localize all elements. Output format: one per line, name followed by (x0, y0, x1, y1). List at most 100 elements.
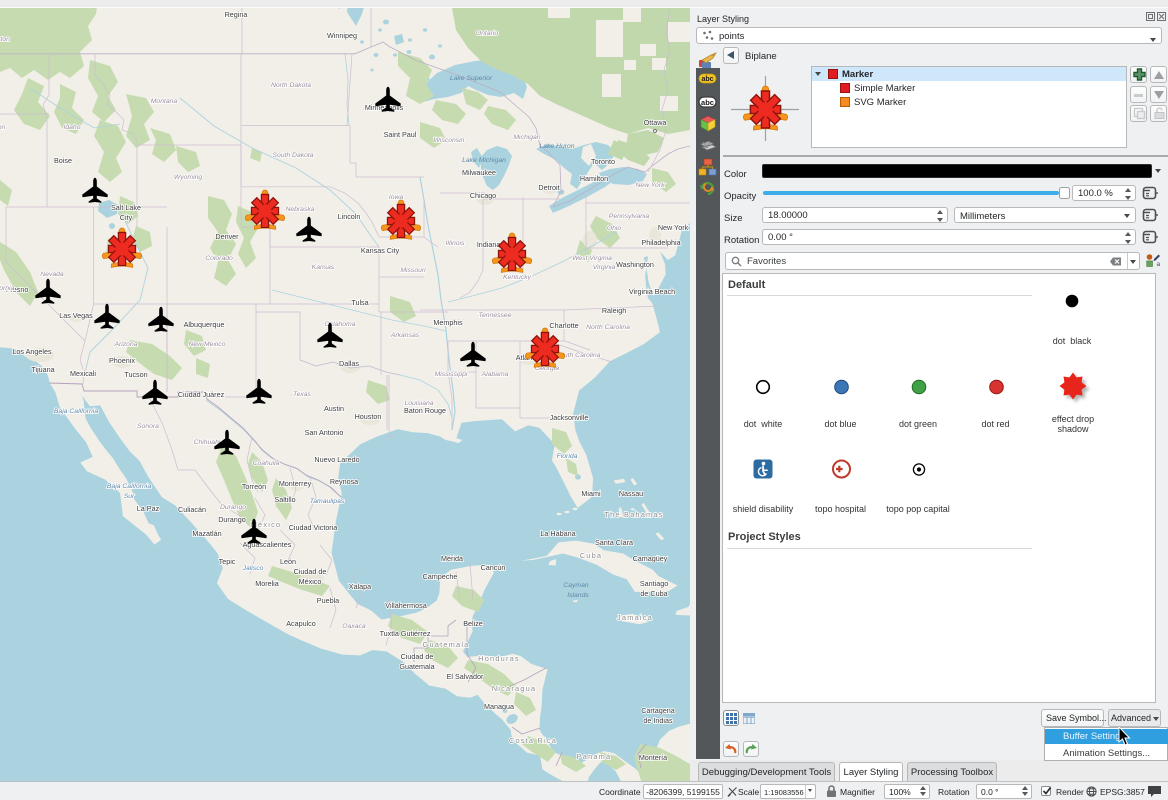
svg-text:Nebraska: Nebraska (285, 206, 314, 213)
svg-text:Arizona: Arizona (113, 341, 137, 348)
svg-text:a: a (1157, 261, 1161, 267)
svg-text:Denver: Denver (215, 232, 239, 241)
svg-text:Detroit: Detroit (538, 183, 559, 192)
svg-text:Louisiana: Louisiana (404, 400, 433, 407)
svg-text:The Bahamas: The Bahamas (604, 510, 663, 519)
svg-text:South Dakota: South Dakota (272, 152, 313, 159)
svg-text:Nuevo Laredo: Nuevo Laredo (314, 455, 359, 464)
svg-text:Kentucky: Kentucky (503, 274, 532, 281)
svg-text:Oregon: Oregon (0, 124, 6, 131)
svg-text:Tijuana: Tijuana (31, 365, 54, 374)
svg-text:Alabama: Alabama (481, 371, 509, 378)
svg-text:Montería: Montería (639, 753, 667, 762)
svg-text:Nassau: Nassau (619, 489, 643, 498)
svg-text:Lake Superior: Lake Superior (450, 75, 493, 82)
svg-text:Durango: Durango (220, 504, 246, 511)
svg-text:Nevada: Nevada (40, 271, 64, 278)
svg-text:Lake Michigan: Lake Michigan (462, 157, 506, 164)
svg-text:Managua: Managua (484, 702, 514, 711)
svg-text:Washington: Washington (0, 36, 10, 43)
svg-text:Sur: Sur (124, 493, 135, 500)
svg-text:Saltillo: Saltillo (274, 495, 295, 504)
svg-text:New York: New York (636, 182, 666, 189)
svg-text:Jalisco: Jalisco (242, 565, 264, 572)
svg-text:Coahuila: Coahuila (253, 460, 280, 467)
svg-text:Virginia Beach: Virginia Beach (629, 287, 675, 296)
svg-text:Ontario: Ontario (476, 30, 499, 37)
svg-text:Regina: Regina (225, 10, 248, 19)
svg-text:Ohio: Ohio (607, 225, 622, 232)
svg-text:Tamaulipas: Tamaulipas (310, 498, 345, 505)
svg-text:La Paz: La Paz (137, 504, 160, 513)
svg-text:Acapulco: Acapulco (286, 619, 316, 628)
svg-text:Mérida: Mérida (441, 554, 463, 563)
svg-text:Ottawa: Ottawa (644, 118, 667, 127)
svg-text:abc: abc (701, 76, 713, 83)
svg-text:Jamaica: Jamaica (617, 613, 653, 622)
svg-text:Los Angeles: Los Angeles (12, 347, 52, 356)
svg-text:Durango: Durango (218, 515, 246, 524)
svg-text:Oaxaca: Oaxaca (342, 623, 366, 630)
svg-text:Raleigh: Raleigh (602, 306, 626, 315)
svg-text:New York: New York (658, 223, 689, 232)
svg-text:Saint Paul: Saint Paul (384, 130, 417, 139)
svg-text:Milwaukee: Milwaukee (462, 168, 496, 177)
svg-text:Islands: Islands (567, 592, 589, 599)
svg-text:Hamilton: Hamilton (580, 174, 608, 183)
svg-text:Ciudad Victoria: Ciudad Victoria (289, 523, 338, 532)
svg-text:Missouri: Missouri (400, 267, 426, 274)
svg-text:Tepic: Tepic (219, 557, 236, 566)
svg-text:Chicago: Chicago (470, 191, 496, 200)
svg-text:Cancún: Cancún (481, 563, 506, 572)
svg-text:Toronto: Toronto (591, 157, 615, 166)
svg-text:Albuquerque: Albuquerque (184, 320, 225, 329)
svg-text:West Virginia: West Virginia (572, 255, 612, 262)
svg-text:Santa Clara: Santa Clara (595, 538, 633, 547)
svg-text:Phoenix: Phoenix (109, 356, 135, 365)
svg-text:Tulsa: Tulsa (351, 298, 368, 307)
svg-text:Culiacán: Culiacán (178, 505, 206, 514)
svg-text:Lake Huron: Lake Huron (539, 143, 574, 150)
svg-text:Villahermosa: Villahermosa (385, 601, 426, 610)
svg-text:León: León (280, 557, 296, 566)
svg-text:Philadelphia: Philadelphia (641, 238, 680, 247)
svg-text:Michigan: Michigan (513, 134, 540, 141)
svg-text:Cartagena: Cartagena (641, 706, 675, 715)
svg-text:Monterrey: Monterrey (279, 479, 312, 488)
svg-text:Baja California: Baja California (54, 408, 98, 415)
svg-text:México: México (299, 577, 322, 586)
svg-text:Baton Rouge: Baton Rouge (404, 406, 446, 415)
svg-text:Wisconsin: Wisconsin (434, 137, 465, 144)
svg-text:Lincoln: Lincoln (338, 212, 361, 221)
svg-text:Belize: Belize (463, 619, 483, 628)
svg-text:Morelia: Morelia (255, 579, 279, 588)
svg-text:Mazatlán: Mazatlán (192, 529, 221, 538)
svg-text:Austin: Austin (324, 404, 344, 413)
svg-text:Honduras: Honduras (478, 654, 520, 663)
svg-text:de Cuba: de Cuba (640, 589, 667, 598)
svg-text:Tennessee: Tennessee (478, 312, 511, 319)
svg-text:Costa Rica: Costa Rica (509, 736, 557, 745)
svg-text:Kansas City: Kansas City (361, 246, 400, 255)
svg-text:Guatemala: Guatemala (423, 640, 470, 649)
svg-text:Virginia: Virginia (593, 264, 616, 271)
svg-text:Texas: Texas (293, 391, 311, 398)
svg-text:El Salvador: El Salvador (447, 672, 484, 681)
svg-text:Montana: Montana (151, 98, 178, 105)
svg-text:Baja California: Baja California (107, 483, 151, 490)
svg-text:Kansas: Kansas (312, 264, 335, 271)
svg-text:Tucson: Tucson (124, 370, 147, 379)
svg-text:Ciudad de: Ciudad de (401, 652, 434, 661)
svg-text:Cuba: Cuba (580, 551, 602, 560)
svg-text:San Antonio: San Antonio (305, 428, 344, 437)
svg-text:Santiago: Santiago (640, 579, 668, 588)
svg-text:Salt Lake: Salt Lake (111, 203, 141, 212)
svg-text:Jacksonville: Jacksonville (550, 413, 589, 422)
svg-text:Torreón: Torreón (242, 482, 266, 491)
svg-text:Mississippi: Mississippi (435, 371, 468, 378)
svg-text:Tuxtla Gutiérrez: Tuxtla Gutiérrez (380, 629, 431, 638)
svg-text:Guatemala: Guatemala (399, 662, 434, 671)
svg-text:Pennsylvania: Pennsylvania (609, 213, 650, 220)
svg-text:Camagüey: Camagüey (633, 554, 668, 563)
svg-text:Arkansas: Arkansas (390, 332, 420, 339)
